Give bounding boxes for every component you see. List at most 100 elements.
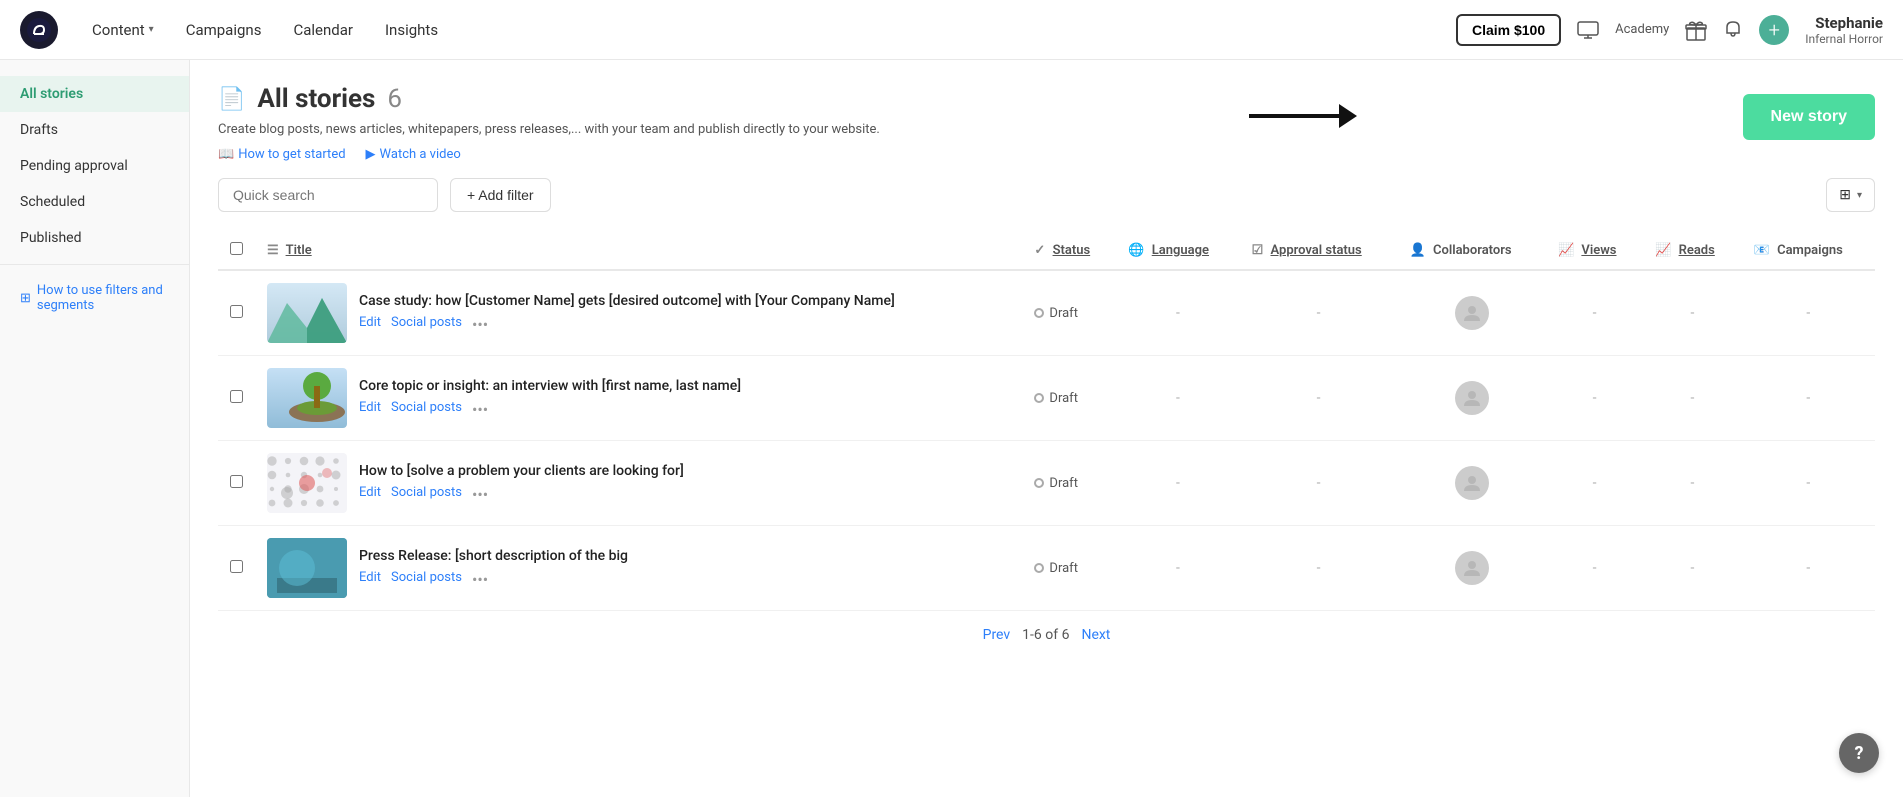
sidebar-divider: [0, 264, 189, 265]
row-checkbox[interactable]: [230, 390, 243, 403]
status-badge: Draft: [1034, 476, 1104, 491]
watch-video-link[interactable]: ▶ Watch a video: [366, 147, 461, 162]
views-cell: -: [1546, 356, 1643, 441]
nav-calendar[interactable]: Calendar: [279, 13, 367, 47]
campaigns-cell: -: [1742, 356, 1875, 441]
more-options-icon[interactable]: •••: [472, 315, 488, 334]
next-button[interactable]: Next: [1081, 627, 1110, 643]
topbar-right: Claim $100 Academy +: [1456, 14, 1883, 46]
collaborators-cell: [1398, 270, 1546, 356]
status-badge: Draft: [1034, 306, 1104, 321]
view-toggle-button[interactable]: ⊞ ▾: [1826, 178, 1875, 212]
chevron-down-icon: ▾: [1857, 190, 1862, 201]
globe-icon: 🌐: [1128, 243, 1144, 258]
th-approval: ☑ Approval status: [1240, 232, 1398, 270]
app-layout: All stories Drafts Pending approval Sche…: [0, 60, 1903, 797]
grid-icon: ⊞: [1839, 187, 1851, 203]
language-cell: -: [1116, 441, 1239, 526]
sidebar-filters-link[interactable]: ⊞ How to use filters and segments: [0, 273, 189, 323]
avatar: [1455, 551, 1489, 585]
story-title: How to [solve a problem your clients are…: [359, 463, 684, 479]
avatar: [1455, 466, 1489, 500]
page-title: 📄 All stories 6: [218, 84, 880, 114]
claim-button[interactable]: Claim $100: [1456, 14, 1561, 46]
edit-link[interactable]: Edit: [359, 485, 381, 504]
social-posts-link[interactable]: Social posts: [391, 400, 462, 419]
status-th-icon: ✓: [1034, 243, 1045, 258]
more-options-icon[interactable]: •••: [472, 400, 488, 419]
toolbar: + Add filter ⊞ ▾: [218, 178, 1875, 212]
prev-button[interactable]: Prev: [983, 627, 1011, 643]
select-all-checkbox[interactable]: [230, 242, 243, 255]
edit-link[interactable]: Edit: [359, 400, 381, 419]
story-thumbnail: [267, 283, 347, 343]
sort-icon: ☰: [267, 243, 279, 258]
sidebar-item-all-stories[interactable]: All stories: [0, 76, 189, 112]
approval-icon: ☑: [1252, 243, 1264, 258]
views-chart-icon: 📈: [1558, 243, 1574, 258]
new-story-button[interactable]: New story: [1743, 94, 1875, 140]
story-thumbnail: [267, 538, 347, 598]
arrow-annotation: [1249, 104, 1357, 128]
reads-cell: -: [1643, 441, 1742, 526]
page-header: 📄 All stories 6 Create blog posts, news …: [218, 84, 1875, 162]
row-checkbox[interactable]: [230, 560, 243, 573]
user-info: Stephanie Infernal Horror: [1805, 14, 1883, 46]
page-links: 📖 How to get started ▶ Watch a video: [218, 147, 880, 162]
page-title-icon: 📄: [218, 87, 245, 112]
logo[interactable]: [20, 11, 58, 49]
more-options-icon[interactable]: •••: [472, 570, 488, 589]
status-cell: Draft: [1022, 526, 1116, 611]
page-count: 6: [387, 84, 402, 114]
sidebar-item-published[interactable]: Published: [0, 220, 189, 256]
page-title-area: 📄 All stories 6 Create blog posts, news …: [218, 84, 880, 162]
th-collaborators: 👤 Collaborators: [1398, 232, 1546, 270]
edit-link[interactable]: Edit: [359, 315, 381, 334]
status-badge: Draft: [1034, 391, 1104, 406]
approval-cell: -: [1240, 270, 1398, 356]
how-to-start-link[interactable]: 📖 How to get started: [218, 147, 346, 162]
social-posts-link[interactable]: Social posts: [391, 315, 462, 334]
row-checkbox[interactable]: [230, 475, 243, 488]
table-row: Press Release: [short description of the…: [218, 526, 1875, 611]
sidebar-item-pending-approval[interactable]: Pending approval: [0, 148, 189, 184]
more-options-icon[interactable]: •••: [472, 485, 488, 504]
filter-icon: ⊞: [20, 291, 31, 306]
arrow-body: [1249, 104, 1357, 128]
nav-campaigns[interactable]: Campaigns: [172, 13, 276, 47]
collaborators-cell: [1398, 356, 1546, 441]
edit-link[interactable]: Edit: [359, 570, 381, 589]
add-filter-button[interactable]: + Add filter: [450, 178, 551, 212]
views-cell: -: [1546, 526, 1643, 611]
topbar: Content ▾ Campaigns Calendar Insights Cl…: [0, 0, 1903, 60]
story-title: Core topic or insight: an interview with…: [359, 378, 741, 394]
social-posts-link[interactable]: Social posts: [391, 485, 462, 504]
campaigns-cell: -: [1742, 270, 1875, 356]
th-reads: 📈 Reads: [1643, 232, 1742, 270]
collaborators-cell: [1398, 441, 1546, 526]
status-dot-icon: [1034, 393, 1044, 403]
reads-cell: -: [1643, 270, 1742, 356]
gift-icon[interactable]: [1685, 19, 1707, 41]
help-button[interactable]: ?: [1839, 733, 1879, 773]
user-org: Infernal Horror: [1805, 32, 1883, 46]
nav-insights[interactable]: Insights: [371, 13, 452, 47]
plus-circle-button[interactable]: +: [1759, 15, 1789, 45]
reads-cell: -: [1643, 526, 1742, 611]
search-input[interactable]: [218, 178, 438, 212]
reads-chart-icon: 📈: [1655, 243, 1671, 258]
play-icon: ▶: [366, 147, 376, 162]
table-row: Core topic or insight: an interview with…: [218, 356, 1875, 441]
sidebar-item-drafts[interactable]: Drafts: [0, 112, 189, 148]
academy-label[interactable]: Academy: [1615, 22, 1669, 37]
status-cell: Draft: [1022, 441, 1116, 526]
nav-content[interactable]: Content ▾: [78, 13, 168, 47]
bell-icon[interactable]: [1723, 19, 1743, 41]
status-cell: Draft: [1022, 270, 1116, 356]
sidebar-item-scheduled[interactable]: Scheduled: [0, 184, 189, 220]
row-checkbox[interactable]: [230, 305, 243, 318]
monitor-icon[interactable]: [1577, 21, 1599, 39]
status-badge: Draft: [1034, 561, 1104, 576]
social-posts-link[interactable]: Social posts: [391, 570, 462, 589]
th-campaigns: 📧 Campaigns: [1742, 232, 1875, 270]
